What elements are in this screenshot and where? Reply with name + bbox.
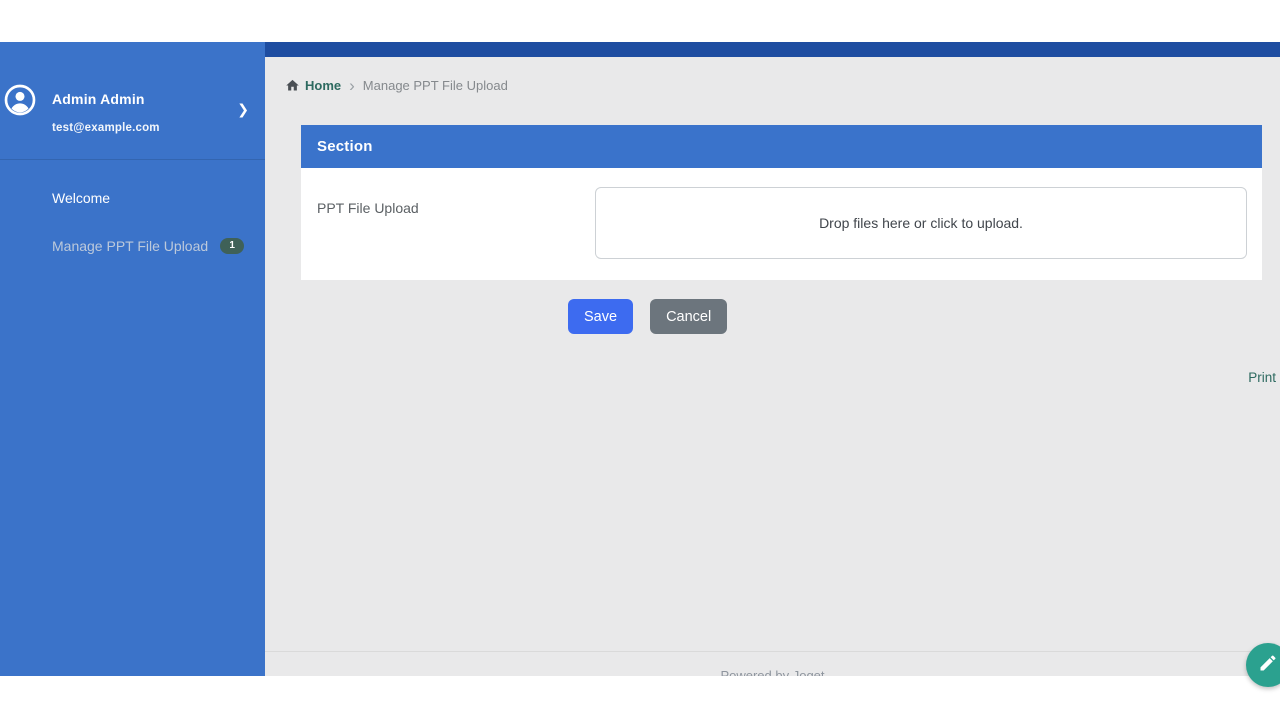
home-icon <box>285 78 300 93</box>
screen: Admin Admin test@example.com ❯ Welcome M… <box>0 0 1280 720</box>
footer-divider <box>265 651 1280 652</box>
section-header: Section <box>301 125 1262 168</box>
form-actions: Save Cancel <box>568 299 727 334</box>
ppt-file-upload-label: PPT File Upload <box>317 200 419 216</box>
breadcrumb-separator-icon: › <box>349 79 355 92</box>
user-avatar-icon <box>4 84 36 116</box>
main-content: Home › Manage PPT File Upload Section PP… <box>265 42 1280 676</box>
chevron-right-icon[interactable]: ❯ <box>237 101 249 118</box>
form-section-card: Section PPT File Upload Drop files here … <box>301 125 1262 280</box>
cancel-button[interactable]: Cancel <box>650 299 727 334</box>
profile-email: test@example.com <box>52 122 160 134</box>
breadcrumb: Home › Manage PPT File Upload <box>285 78 508 93</box>
breadcrumb-home-link[interactable]: Home <box>285 78 341 93</box>
top-accent-bar <box>265 42 1280 57</box>
count-badge: 1 <box>220 238 244 254</box>
dropzone-text: Drop files here or click to upload. <box>819 215 1023 231</box>
powered-by-text: Powered by Joget <box>265 668 1280 676</box>
print-link[interactable]: Print <box>1248 370 1276 385</box>
breadcrumb-current: Manage PPT File Upload <box>363 78 508 93</box>
profile-name: Admin Admin <box>52 91 145 107</box>
sidebar-profile[interactable]: Admin Admin test@example.com ❯ <box>0 42 265 160</box>
sidebar: Admin Admin test@example.com ❯ Welcome M… <box>0 42 265 676</box>
app-frame: Admin Admin test@example.com ❯ Welcome M… <box>0 42 1280 676</box>
sidebar-item-label: Welcome <box>52 190 110 206</box>
section-body: PPT File Upload Drop files here or click… <box>301 168 1262 280</box>
edit-fab-button[interactable] <box>1246 643 1280 687</box>
file-upload-dropzone[interactable]: Drop files here or click to upload. <box>595 187 1247 259</box>
sidebar-item-welcome[interactable]: Welcome <box>0 180 265 216</box>
pencil-icon <box>1258 653 1278 678</box>
save-button[interactable]: Save <box>568 299 633 334</box>
breadcrumb-home-label: Home <box>305 78 341 93</box>
section-title: Section <box>317 138 373 155</box>
sidebar-item-manage-ppt-file-upload[interactable]: Manage PPT File Upload 1 <box>0 228 265 264</box>
sidebar-menu: Welcome Manage PPT File Upload 1 <box>0 160 265 264</box>
sidebar-item-label: Manage PPT File Upload <box>52 238 208 254</box>
